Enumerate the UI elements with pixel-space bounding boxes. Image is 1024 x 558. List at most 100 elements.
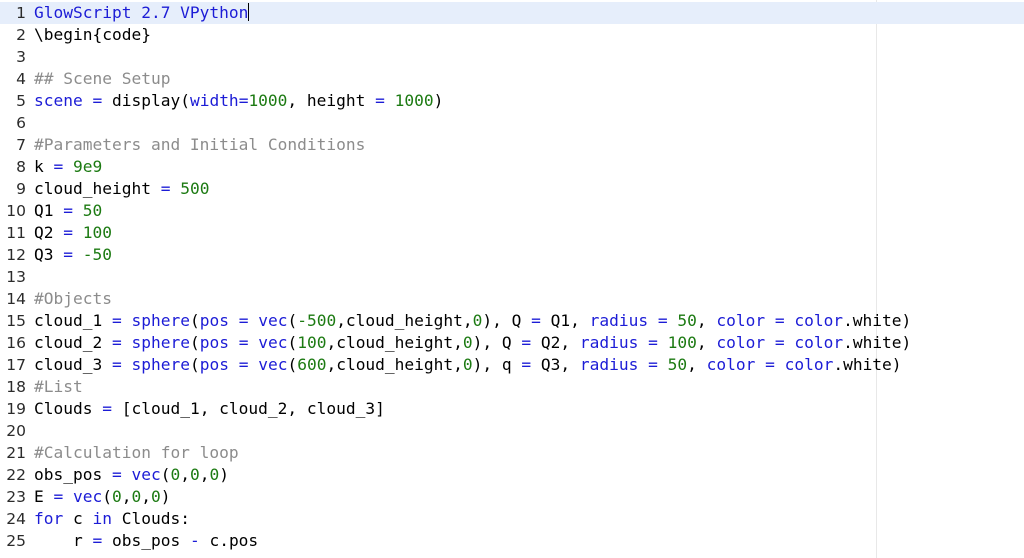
code-token: 0 xyxy=(189,465,200,484)
code-line[interactable]: 25 r = obs_pos - c.pos xyxy=(0,530,1024,552)
code-token: sphere xyxy=(131,333,190,352)
code-text[interactable]: for c in Clouds: xyxy=(34,508,190,530)
code-line[interactable]: 12 Q3 = -50 xyxy=(0,244,1024,266)
line-number: 9 xyxy=(16,180,26,198)
code-line[interactable]: 22 obs_pos = vec(0,0,0) xyxy=(0,464,1024,486)
code-token: for xyxy=(34,509,64,528)
code-text[interactable]: obs_pos = vec(0,0,0) xyxy=(34,464,229,486)
code-line[interactable]: 24 for c in Clouds: xyxy=(0,508,1024,530)
code-token: color xyxy=(784,355,834,374)
code-line[interactable]: 8k = 9e9 xyxy=(0,156,1024,178)
code-text[interactable]: r = obs_pos - c.pos xyxy=(34,530,258,552)
code-line[interactable]: 15 cloud_1 = sphere(pos = vec(-500,cloud_… xyxy=(0,310,1024,332)
code-token: ( xyxy=(287,333,298,352)
code-line[interactable]: 19 Clouds = [cloud_1, cloud_2, cloud_3] xyxy=(0,398,1024,420)
code-text[interactable]: Q3 = -50 xyxy=(34,244,112,266)
code-token: cloud_2 xyxy=(34,333,112,352)
code-token: 50 xyxy=(677,311,697,330)
code-token: = xyxy=(648,311,678,330)
code-line[interactable]: 11 Q2 = 100 xyxy=(0,222,1024,244)
code-token: k xyxy=(34,157,54,176)
code-line[interactable]: 21 #Calculation for loop xyxy=(0,442,1024,464)
code-token: #Parameters and Initial Conditions xyxy=(34,135,366,154)
code-token: radius xyxy=(579,333,639,352)
code-token: Clouds xyxy=(34,399,103,418)
code-token: Q1 xyxy=(34,201,64,220)
code-line[interactable]: 20 xyxy=(0,420,1024,442)
code-token: ,cloud_height, xyxy=(336,311,473,330)
code-text[interactable]: Q2 = 100 xyxy=(34,222,112,244)
code-token: 500 xyxy=(180,179,210,198)
code-text[interactable]: cloud_1 = sphere(pos = vec(-500,cloud_he… xyxy=(34,310,911,332)
code-text[interactable]: scene = display(width=1000, height = 100… xyxy=(34,90,443,112)
code-line[interactable]: 10 Q1 = 50 xyxy=(0,200,1024,222)
code-token: 1000 xyxy=(394,91,434,110)
code-token: vec xyxy=(258,333,288,352)
code-text[interactable]: Q1 = 50 xyxy=(34,200,102,222)
code-line[interactable]: 2 \begin{code} xyxy=(0,24,1024,46)
code-token: = xyxy=(111,333,122,352)
code-text[interactable]: ## Scene Setup xyxy=(34,68,170,90)
code-text[interactable]: cloud_2 = sphere(pos = vec(100,cloud_hei… xyxy=(34,332,911,354)
code-token: cloud_3 xyxy=(34,355,112,374)
code-token: vec xyxy=(258,355,288,374)
line-number: 13 xyxy=(6,268,26,286)
code-line[interactable]: 9 cloud_height = 500 xyxy=(0,178,1024,200)
code-token: .white) xyxy=(843,333,912,352)
code-line[interactable]: 17 cloud_3 = sphere(pos = vec(600,cloud_h… xyxy=(0,354,1024,376)
code-line[interactable]: 14 #Objects xyxy=(0,288,1024,310)
code-token: vec xyxy=(131,465,161,484)
code-token: ( xyxy=(287,311,298,330)
code-token: ), q xyxy=(472,355,522,374)
code-token: in xyxy=(92,509,113,528)
line-number: 12 xyxy=(6,246,26,264)
code-token: #Objects xyxy=(34,289,112,308)
code-token: 0 xyxy=(112,487,122,506)
code-line[interactable]: 3 xyxy=(0,46,1024,68)
code-line[interactable]: 16 cloud_2 = sphere(pos = vec(100,cloud_h… xyxy=(0,332,1024,354)
line-number: 16 xyxy=(6,334,26,352)
code-token: ) xyxy=(160,487,171,506)
code-token: , xyxy=(696,333,717,352)
line-number: 10 xyxy=(6,202,26,220)
code-text[interactable]: E = vec(0,0,0) xyxy=(34,486,171,508)
code-editor[interactable]: 1 GlowScript 2.7 VPython 2 \begin{code} 3 4 ##… xyxy=(0,0,1024,558)
code-text[interactable]: #List xyxy=(34,376,83,398)
code-text[interactable]: #Parameters and Initial Conditions xyxy=(34,134,365,156)
line-number: 20 xyxy=(6,422,26,440)
code-line[interactable]: 13 xyxy=(0,266,1024,288)
code-line[interactable]: 4 ## Scene Setup xyxy=(0,68,1024,90)
code-token: color xyxy=(716,333,766,352)
code-text[interactable]: cloud_3 = sphere(pos = vec(600,cloud_hei… xyxy=(34,354,902,376)
code-text[interactable]: Clouds = [cloud_1, cloud_2, cloud_3] xyxy=(34,398,385,420)
code-token: = xyxy=(521,355,532,374)
line-number: 5 xyxy=(16,92,26,110)
code-text[interactable]: GlowScript 2.7 VPython xyxy=(34,2,250,24)
code-token: = xyxy=(638,355,668,374)
code-token: = xyxy=(82,91,112,110)
code-text[interactable]: #Calculation for loop xyxy=(34,442,239,464)
code-line[interactable]: 18 #List xyxy=(0,376,1024,398)
code-token: obs_pos xyxy=(102,531,190,550)
code-line[interactable]: 1 GlowScript 2.7 VPython xyxy=(0,2,1024,24)
code-token: sphere xyxy=(131,355,190,374)
line-number: 19 xyxy=(6,400,26,418)
code-text[interactable]: cloud_height = 500 xyxy=(34,178,209,200)
code-text[interactable]: \begin{code} xyxy=(34,24,151,46)
code-token: 100 xyxy=(667,333,697,352)
code-token: = xyxy=(638,333,668,352)
code-line[interactable]: 5 scene = display(width=1000, height = 10… xyxy=(0,90,1024,112)
code-token: , height xyxy=(287,91,376,110)
code-token: #Calculation for loop xyxy=(34,443,239,462)
code-text[interactable]: k = 9e9 xyxy=(34,156,102,178)
code-token: ) xyxy=(219,465,229,484)
code-text[interactable]: #Objects xyxy=(34,288,112,310)
code-token: pos xyxy=(199,333,229,352)
code-line[interactable]: 6 xyxy=(0,112,1024,134)
code-line[interactable]: 7 #Parameters and Initial Conditions xyxy=(0,134,1024,156)
code-token: color xyxy=(706,355,756,374)
code-token: sphere xyxy=(131,311,190,330)
code-line[interactable]: 23 E = vec(0,0,0) xyxy=(0,486,1024,508)
line-number: 15 xyxy=(6,312,26,330)
